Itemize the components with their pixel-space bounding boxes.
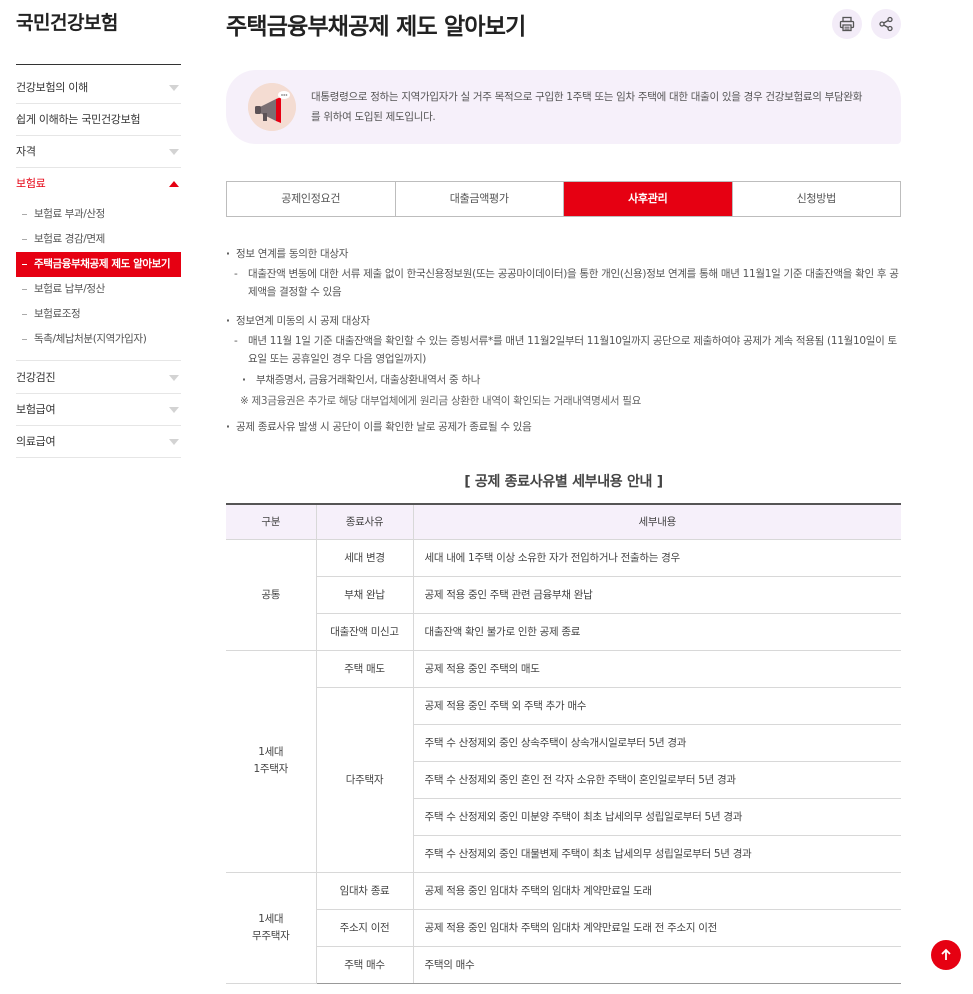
info-section: 정보 연계를 동의한 대상자 대출잔액 변동에 대한 서류 제출 없이 한국신용… xyxy=(226,245,901,436)
table-header-reason: 종료사유 xyxy=(316,504,414,540)
sidebar-subitem-premium-payment[interactable]: 보험료 납부/정산 xyxy=(16,277,181,302)
scroll-to-top-button[interactable] xyxy=(931,940,961,970)
table-header-row: 구분 종료사유 세부내용 xyxy=(226,504,901,540)
sidebar-subitem-housing-debt-deduction[interactable]: 주택금융부채공제 제도 알아보기 xyxy=(16,252,181,277)
table-reason: 다주택자 xyxy=(316,687,414,873)
tab-deduction-requirements[interactable]: 공제인정요건 xyxy=(227,182,396,216)
sidebar-subitem-premium-calc[interactable]: 보험료 부과/산정 xyxy=(16,202,181,227)
info-detail: 매년 11월 1일 기준 대출잔액을 확인할 수 있는 증빙서류*를 매년 11… xyxy=(232,332,901,368)
sidebar-subitem-premium-reduction[interactable]: 보험료 경감/면제 xyxy=(16,227,181,252)
table-detail: 주택 수 산정제외 중인 혼인 전 각자 소유한 주택이 혼인일로부터 5년 경… xyxy=(413,761,901,799)
table-reason: 세대 변경 xyxy=(316,539,414,577)
tab-loan-evaluation[interactable]: 대출금액평가 xyxy=(396,182,564,216)
table-detail: 주택 수 산정제외 중인 상속주택이 상속개시일로부터 5년 경과 xyxy=(413,724,901,762)
table-reason: 주택 매도 xyxy=(316,650,414,688)
table-reason: 주소지 이전 xyxy=(316,909,414,947)
chevron-down-icon xyxy=(169,149,179,155)
chevron-down-icon xyxy=(169,375,179,381)
sidebar-item-health-checkup[interactable]: 건강검진 xyxy=(16,362,181,394)
print-icon xyxy=(839,16,855,32)
table-group-common: 공통 xyxy=(226,539,317,651)
table-reason: 부채 완납 xyxy=(316,576,414,614)
table-row: 부채 완납 공제 적용 중인 주택 관련 금융부채 완납 xyxy=(226,576,901,614)
chevron-down-icon xyxy=(169,439,179,445)
sidebar-item-label: 쉽게 이해하는 국민건강보험 xyxy=(16,113,141,126)
print-button[interactable] xyxy=(832,9,862,39)
sidebar-menu-lower: 건강검진 보험급여 의료급여 xyxy=(16,362,181,458)
table-title: [ 공제 종료사유별 세부내용 안내 ] xyxy=(464,474,663,490)
table-row: 1세대 1주택자 주택 매도 공제 적용 중인 주택의 매도 xyxy=(226,650,901,873)
table-row: 공통 세대 변경 세대 내에 1주택 이상 소유한 자가 전입하거나 전출하는 … xyxy=(226,539,901,651)
sidebar-menu: 건강보험의 이해 쉽게 이해하는 국민건강보험 자격 보험료 보험료 부과/산정… xyxy=(16,72,181,361)
share-icon xyxy=(879,16,893,32)
chevron-down-icon xyxy=(169,407,179,413)
table-row: 다주택자 공제 적용 중인 주택 외 주택 추가 매수 xyxy=(226,687,901,873)
group-label-line: 1주택자 xyxy=(253,763,289,775)
table-row: 대출잔액 미신고 대출잔액 확인 불가로 인한 공제 종료 xyxy=(226,613,901,651)
group-label-line: 1세대 xyxy=(258,912,284,925)
table-group-no-house: 1세대 무주택자 xyxy=(226,872,317,984)
table-reason: 임대차 종료 xyxy=(316,872,414,910)
info-bullet: 공제 종료사유 발생 시 공단이 이를 확인한 날로 공제가 종료될 수 있음 xyxy=(226,418,901,436)
sidebar-item-medical-aid[interactable]: 의료급여 xyxy=(16,426,181,458)
info-bullet: 정보연계 미동의 시 공제 대상자 xyxy=(226,312,901,330)
sidebar-item-premium[interactable]: 보험료 xyxy=(16,168,181,200)
group-label-line: 1세대 xyxy=(258,746,284,758)
termination-table: 구분 종료사유 세부내용 공통 세대 변경 세대 내에 1주택 이상 소유한 자… xyxy=(226,503,901,984)
table-detail: 공제 적용 중인 주택 관련 금융부채 완납 xyxy=(413,576,901,614)
sidebar-item-easy-guide[interactable]: 쉽게 이해하는 국민건강보험 xyxy=(16,104,181,136)
sidebar-item-label: 건강보험의 이해 xyxy=(16,81,88,94)
sidebar-subitem-arrears[interactable]: 독촉/체납처분(지역가입자) xyxy=(16,327,181,352)
table-detail: 세대 내에 1주택 이상 소유한 자가 전입하거나 전출하는 경우 xyxy=(413,539,901,577)
table-row: 주소지 이전 공제 적용 중인 임대차 주택의 임대차 계약만료일 도래 전 주… xyxy=(226,909,901,947)
sidebar-item-label: 의료급여 xyxy=(16,435,56,448)
table-header-details: 세부내용 xyxy=(413,504,901,540)
table-group-one-house: 1세대 1주택자 xyxy=(226,650,317,873)
sidebar-item-insurance-benefits[interactable]: 보험급여 xyxy=(16,394,181,426)
sidebar-item-label: 보험료 xyxy=(16,177,46,190)
sidebar-item-insurance-understanding[interactable]: 건강보험의 이해 xyxy=(16,72,181,104)
table-detail: 주택의 매수 xyxy=(413,946,901,984)
sidebar-item-eligibility[interactable]: 자격 xyxy=(16,136,181,168)
info-subdetail: 부채증명서, 금융거래확인서, 대출상환내역서 중 하나 xyxy=(236,371,901,389)
share-button[interactable] xyxy=(871,9,901,39)
intro-box: 대통령령으로 정하는 지역가입자가 실 거주 목적으로 구입한 1주택 또는 임… xyxy=(226,70,901,144)
sidebar-submenu-container: 보험료 부과/산정 보험료 경감/면제 주택금융부채공제 제도 알아보기 보험료… xyxy=(16,200,181,361)
table-reason: 주택 매수 xyxy=(316,946,414,984)
sidebar-divider xyxy=(16,64,181,65)
table-detail: 공제 적용 중인 주택 외 주택 추가 매수 xyxy=(413,687,901,725)
page-title: 주택금융부채공제 제도 알아보기 xyxy=(226,14,526,40)
sidebar-item-label: 자격 xyxy=(16,145,36,158)
group-label-line: 무주택자 xyxy=(252,929,290,942)
tab-application-method[interactable]: 신청방법 xyxy=(733,182,901,216)
info-bullet: 정보 연계를 동의한 대상자 xyxy=(226,245,901,263)
chevron-down-icon xyxy=(169,85,179,91)
chevron-up-icon xyxy=(169,181,179,187)
info-note: ※ 제3금융권은 추가로 해당 대부업체에게 원리금 상환한 내역이 확인되는 … xyxy=(240,395,641,407)
table-detail: 공제 적용 중인 임대차 주택의 임대차 계약만료일 도래 xyxy=(413,872,901,910)
table-row: 주택 매수 주택의 매수 xyxy=(226,946,901,984)
table-detail: 대출잔액 확인 불가로 인한 공제 종료 xyxy=(413,613,901,651)
table-detail: 주택 수 산정제외 중인 미분양 주택이 최초 납세의무 성립일로부터 5년 경… xyxy=(413,798,901,836)
intro-text: 대통령령으로 정하는 지역가입자가 실 거주 목적으로 구입한 1주택 또는 임… xyxy=(311,91,863,123)
site-title[interactable]: 국민건강보험 xyxy=(16,8,118,35)
info-detail: 대출잔액 변동에 대한 서류 제출 없이 한국신용정보원(또는 공공마이데이터)… xyxy=(232,265,901,301)
tab-post-management[interactable]: 사후관리 xyxy=(564,182,733,216)
tab-bar: 공제인정요건 대출금액평가 사후관리 신청방법 xyxy=(226,181,901,217)
sidebar-submenu: 보험료 부과/산정 보험료 경감/면제 주택금융부채공제 제도 알아보기 보험료… xyxy=(16,200,181,361)
table-detail: 공제 적용 중인 임대차 주택의 임대차 계약만료일 도래 전 주소지 이전 xyxy=(413,909,901,947)
table-detail: 주택 수 산정제외 중인 대물변제 주택이 최초 납세의무 성립일로부터 5년 … xyxy=(413,835,901,873)
table-detail: 공제 적용 중인 주택의 매도 xyxy=(413,650,901,688)
table-reason: 대출잔액 미신고 xyxy=(316,613,414,651)
sidebar-item-label: 보험급여 xyxy=(16,403,56,416)
sidebar-item-label: 건강검진 xyxy=(16,371,56,384)
arrow-up-icon xyxy=(941,948,951,960)
sidebar-subitem-premium-adjustment[interactable]: 보험료조정 xyxy=(16,302,181,327)
table-header-category: 구분 xyxy=(226,504,317,540)
megaphone-icon xyxy=(248,83,296,131)
table-row: 1세대 무주택자 임대차 종료 공제 적용 중인 임대차 주택의 임대차 계약만… xyxy=(226,872,901,984)
